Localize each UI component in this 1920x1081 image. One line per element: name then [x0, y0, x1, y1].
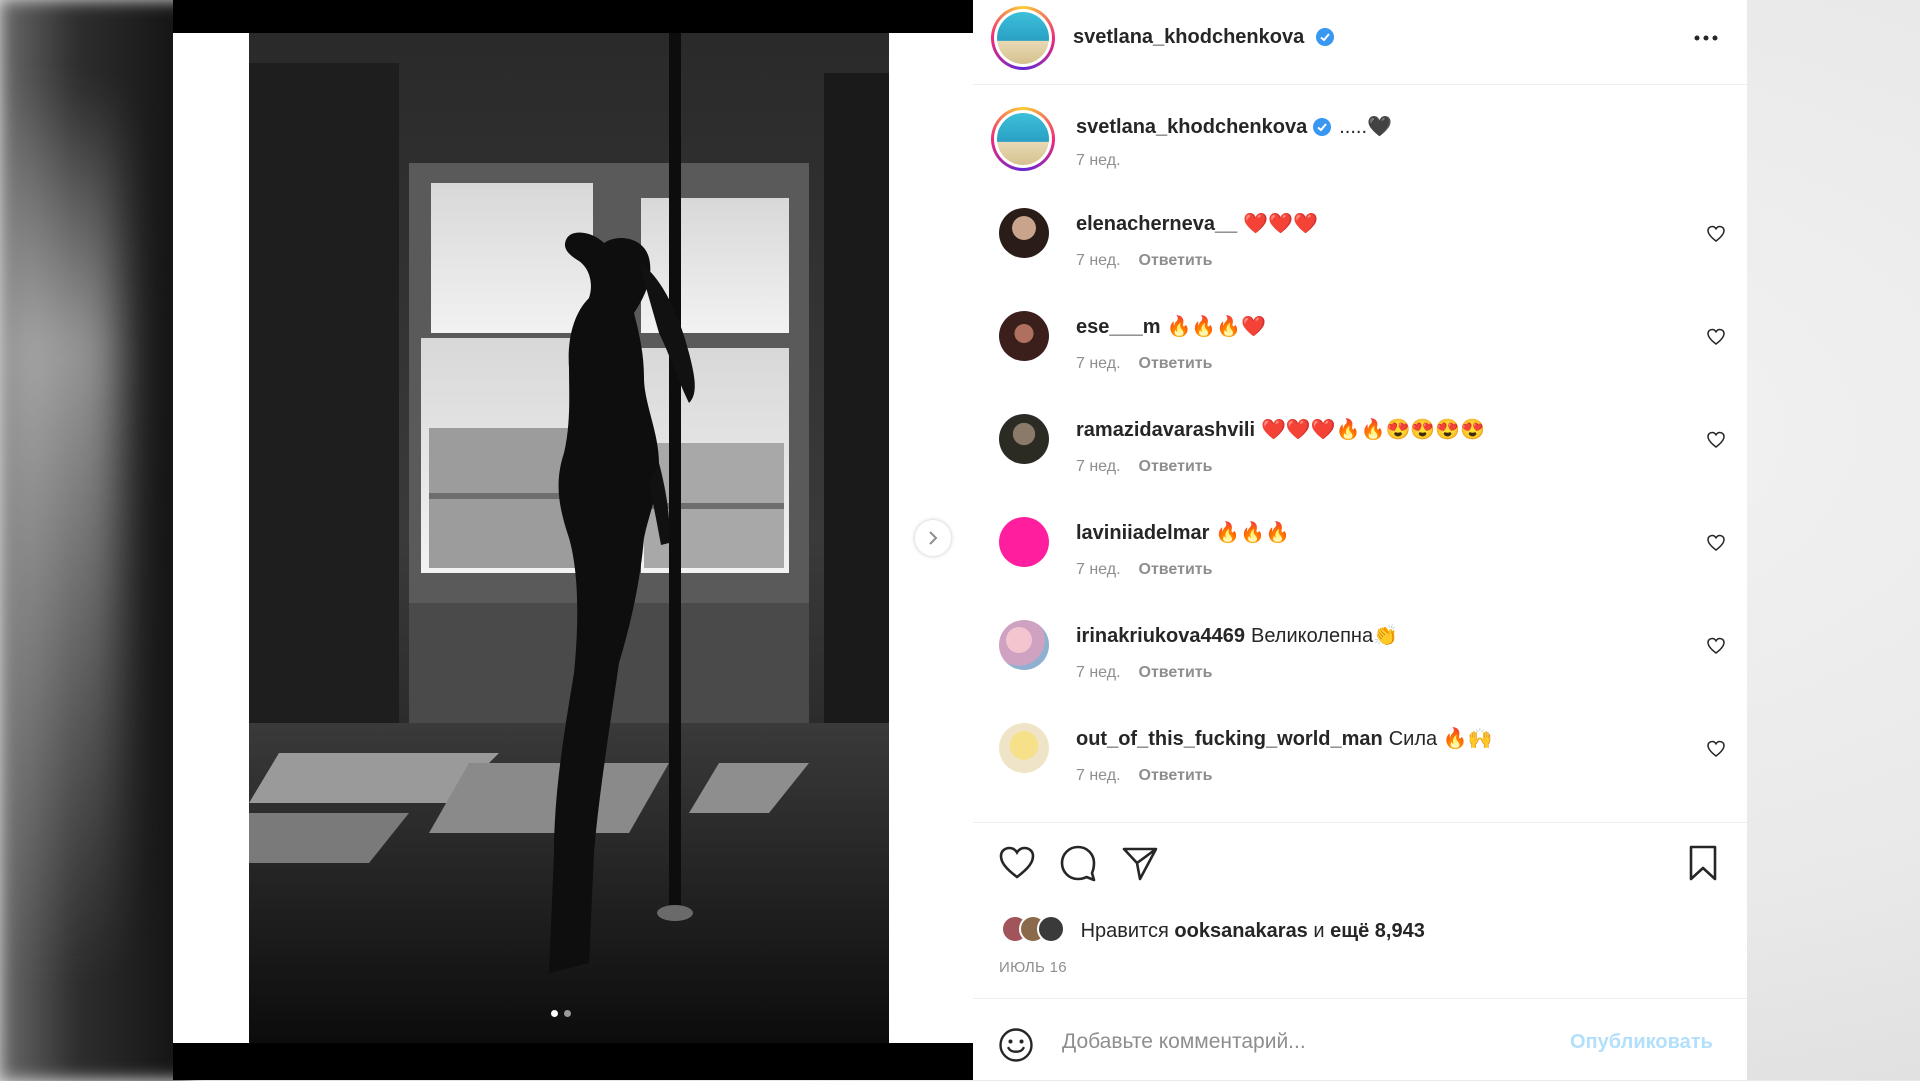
comment-text: Сила 🔥🙌 — [1388, 728, 1493, 750]
comment-row: ese___m 🔥🔥🔥❤️ 7 нед. Ответить — [973, 303, 1747, 403]
comment-like-icon[interactable] — [1706, 636, 1726, 656]
liker-avatar — [1037, 915, 1065, 943]
comment-icon[interactable] — [1058, 843, 1098, 883]
likes-user[interactable]: ooksanakaras — [1174, 920, 1307, 942]
post-caption: svetlana_khodchenkova .....🖤 7 нед. — [973, 85, 1747, 185]
comment-line: irinakriukova4469 Великолепна👏 — [1076, 623, 1398, 648]
comment-like-icon[interactable] — [1706, 327, 1726, 347]
comment-time: 7 нед. — [1076, 664, 1121, 681]
comment-row: irinakriukova4469 Великолепна👏 7 нед. Ответ… — [973, 612, 1747, 712]
comment-meta: 7 нед. Ответить — [1076, 252, 1212, 270]
post-header: svetlana_khodchenkova — [973, 0, 1747, 85]
comment-avatar[interactable] — [999, 414, 1049, 464]
more-icon[interactable] — [1691, 26, 1721, 50]
save-icon[interactable] — [1683, 843, 1723, 883]
likes-prefix: Нравится — [1080, 920, 1169, 942]
comment-like-icon[interactable] — [1706, 430, 1726, 450]
carousel-dot-active[interactable] — [551, 1010, 558, 1017]
comment-meta: 7 нед. Ответить — [1076, 664, 1212, 682]
caption-line: svetlana_khodchenkova .....🖤 — [1076, 114, 1392, 139]
post-photo — [249, 33, 889, 1043]
post-details-panel: svetlana_khodchenkova svetlana_khodchenk… — [973, 0, 1747, 1080]
blurred-backdrop-light — [0, 80, 120, 980]
comment-row: out_of_this_fucking_world_man Сила 🔥🙌 7 не… — [973, 715, 1747, 815]
comment-avatar[interactable] — [999, 723, 1049, 773]
verified-icon — [1313, 118, 1332, 136]
comment-username[interactable]: out_of_this_fucking_world_man — [1076, 728, 1383, 750]
reply-button[interactable]: Ответить — [1139, 767, 1213, 784]
comment-input[interactable] — [1060, 1029, 1544, 1055]
comment-row: elenacherneva__ ❤️❤️❤️ 7 нед. Ответить — [973, 200, 1747, 300]
comment-avatar[interactable] — [999, 208, 1049, 258]
caption-author-avatar[interactable] — [991, 107, 1055, 171]
next-slide-button[interactable] — [915, 520, 951, 556]
comment-text: Великолепна👏 — [1251, 625, 1398, 647]
photo-panel — [173, 0, 973, 1080]
carousel-dots — [551, 1010, 571, 1017]
comment-text: ❤️❤️❤️ — [1243, 213, 1318, 235]
reply-button[interactable]: Ответить — [1139, 561, 1213, 578]
comment-username[interactable]: ramazidavarashvili — [1076, 419, 1255, 441]
comment-meta: 7 нед. Ответить — [1076, 355, 1212, 373]
comment-avatar[interactable] — [999, 620, 1049, 670]
caption-username[interactable]: svetlana_khodchenkova — [1076, 116, 1307, 138]
likes-joiner: и — [1313, 920, 1325, 942]
comment-row: laviniiadelmar 🔥🔥🔥 7 нед. Ответить — [973, 509, 1747, 609]
author-username[interactable]: svetlana_khodchenkova — [1073, 26, 1334, 49]
caption-time: 7 нед. — [1076, 152, 1121, 169]
comment-username[interactable]: irinakriukova4469 — [1076, 625, 1245, 647]
share-icon[interactable] — [1120, 843, 1160, 883]
post-actions: Нравится ooksanakaras и ещё 8,943 ИЮЛЬ 1… — [973, 822, 1747, 999]
comment-text: 🔥🔥🔥 — [1215, 522, 1291, 544]
comment-line: laviniiadelmar 🔥🔥🔥 — [1076, 520, 1290, 545]
comment-time: 7 нед. — [1076, 355, 1121, 372]
chevron-right-icon — [929, 531, 938, 545]
comment-like-icon[interactable] — [1706, 533, 1726, 553]
carousel-dot[interactable] — [564, 1010, 571, 1017]
comment-row: ramazidavarashvili ❤️❤️❤️🔥🔥😍😍😍😍 7 нед. Отве… — [973, 406, 1747, 506]
reply-button[interactable]: Ответить — [1139, 458, 1213, 475]
comment-like-icon[interactable] — [1706, 739, 1726, 759]
reply-button[interactable]: Ответить — [1139, 664, 1213, 681]
smile-icon[interactable] — [998, 1027, 1034, 1063]
comment-avatar[interactable] — [999, 311, 1049, 361]
reply-button[interactable]: Ответить — [1139, 355, 1213, 372]
comment-line: ese___m 🔥🔥🔥❤️ — [1076, 314, 1266, 339]
comment-line: ramazidavarashvili ❤️❤️❤️🔥🔥😍😍😍😍 — [1076, 417, 1485, 442]
comment-line: out_of_this_fucking_world_man Сила 🔥🙌 — [1076, 726, 1493, 751]
comment-meta: 7 нед. Ответить — [1076, 561, 1212, 579]
likes-summary[interactable]: Нравится ooksanakaras и ещё 8,943 — [1001, 915, 1425, 943]
comment-meta: 7 нед. Ответить — [1076, 458, 1212, 476]
comment-text: ❤️❤️❤️🔥🔥😍😍😍😍 — [1261, 419, 1486, 441]
comment-meta: 7 нед. Ответить — [1076, 767, 1212, 785]
comment-text: 🔥🔥🔥❤️ — [1166, 316, 1267, 338]
add-comment-bar: Опубликовать — [973, 998, 1747, 1081]
comment-time: 7 нед. — [1076, 561, 1121, 578]
comment-time: 7 нед. — [1076, 458, 1121, 475]
comment-time: 7 нед. — [1076, 252, 1121, 269]
comment-username[interactable]: laviniiadelmar — [1076, 522, 1209, 544]
reply-button[interactable]: Ответить — [1139, 252, 1213, 269]
comment-avatar[interactable] — [999, 517, 1049, 567]
publish-button[interactable]: Опубликовать — [1570, 1031, 1713, 1054]
verified-icon — [1315, 28, 1334, 46]
comment-line: elenacherneva__ ❤️❤️❤️ — [1076, 211, 1318, 236]
comment-username[interactable]: elenacherneva__ — [1076, 213, 1237, 235]
caption-text: .....🖤 — [1339, 116, 1392, 138]
comment-like-icon[interactable] — [1706, 224, 1726, 244]
likes-count[interactable]: ещё 8,943 — [1330, 920, 1425, 942]
author-avatar[interactable] — [991, 6, 1055, 70]
comment-username[interactable]: ese___m — [1076, 316, 1161, 338]
post-date: ИЮЛЬ 16 — [999, 959, 1067, 976]
comment-time: 7 нед. — [1076, 767, 1121, 784]
like-icon[interactable] — [997, 843, 1037, 883]
